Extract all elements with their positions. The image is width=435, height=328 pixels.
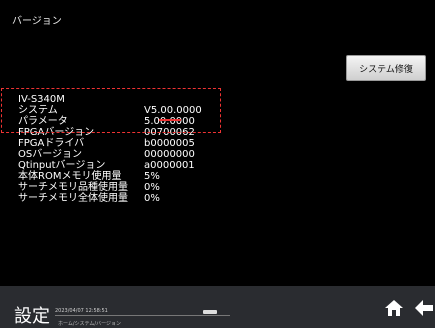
datetime-readout: 2023/04/07 12:58:51 xyxy=(55,308,108,314)
system-repair-button[interactable]: システム修復 xyxy=(346,55,426,81)
row-value: 00000000 xyxy=(144,149,195,160)
row-label: サーチメモリ品種使用量 xyxy=(18,182,128,193)
version-row: サーチメモリ品種使用量 0% xyxy=(18,182,202,193)
annotation-underline xyxy=(159,119,181,121)
version-row: OSバージョン 00000000 xyxy=(18,149,202,160)
breadcrumb: ホーム/システム/バージョン xyxy=(58,321,121,327)
annotation-highlight-box xyxy=(1,88,221,133)
row-value: b0000005 xyxy=(144,138,195,149)
row-value: a0000001 xyxy=(144,160,195,171)
status-indicator xyxy=(203,310,217,314)
back-button[interactable] xyxy=(413,296,435,320)
row-label: サーチメモリ全体使用量 xyxy=(18,193,128,204)
row-label: Qtinputバージョン xyxy=(18,160,106,171)
row-value: 5% xyxy=(144,171,160,182)
row-label: FPGAドライバ xyxy=(18,138,85,149)
row-label: 本体ROMメモリ使用量 xyxy=(18,171,122,182)
row-label: OSバージョン xyxy=(18,149,83,160)
row-value: 0% xyxy=(144,182,160,193)
home-button[interactable] xyxy=(382,296,406,320)
footer-title: 設定 xyxy=(14,306,50,327)
version-row: Qtinputバージョン a0000001 xyxy=(18,160,202,171)
row-value: 0% xyxy=(144,193,160,204)
version-row: サーチメモリ全体使用量 0% xyxy=(18,193,202,204)
page-title: バージョン xyxy=(12,16,62,27)
version-row: 本体ROMメモリ使用量 5% xyxy=(18,171,202,182)
divider xyxy=(55,315,230,316)
back-arrow-icon xyxy=(415,300,433,316)
home-icon xyxy=(385,300,403,316)
version-row: FPGAドライバ b0000005 xyxy=(18,138,202,149)
